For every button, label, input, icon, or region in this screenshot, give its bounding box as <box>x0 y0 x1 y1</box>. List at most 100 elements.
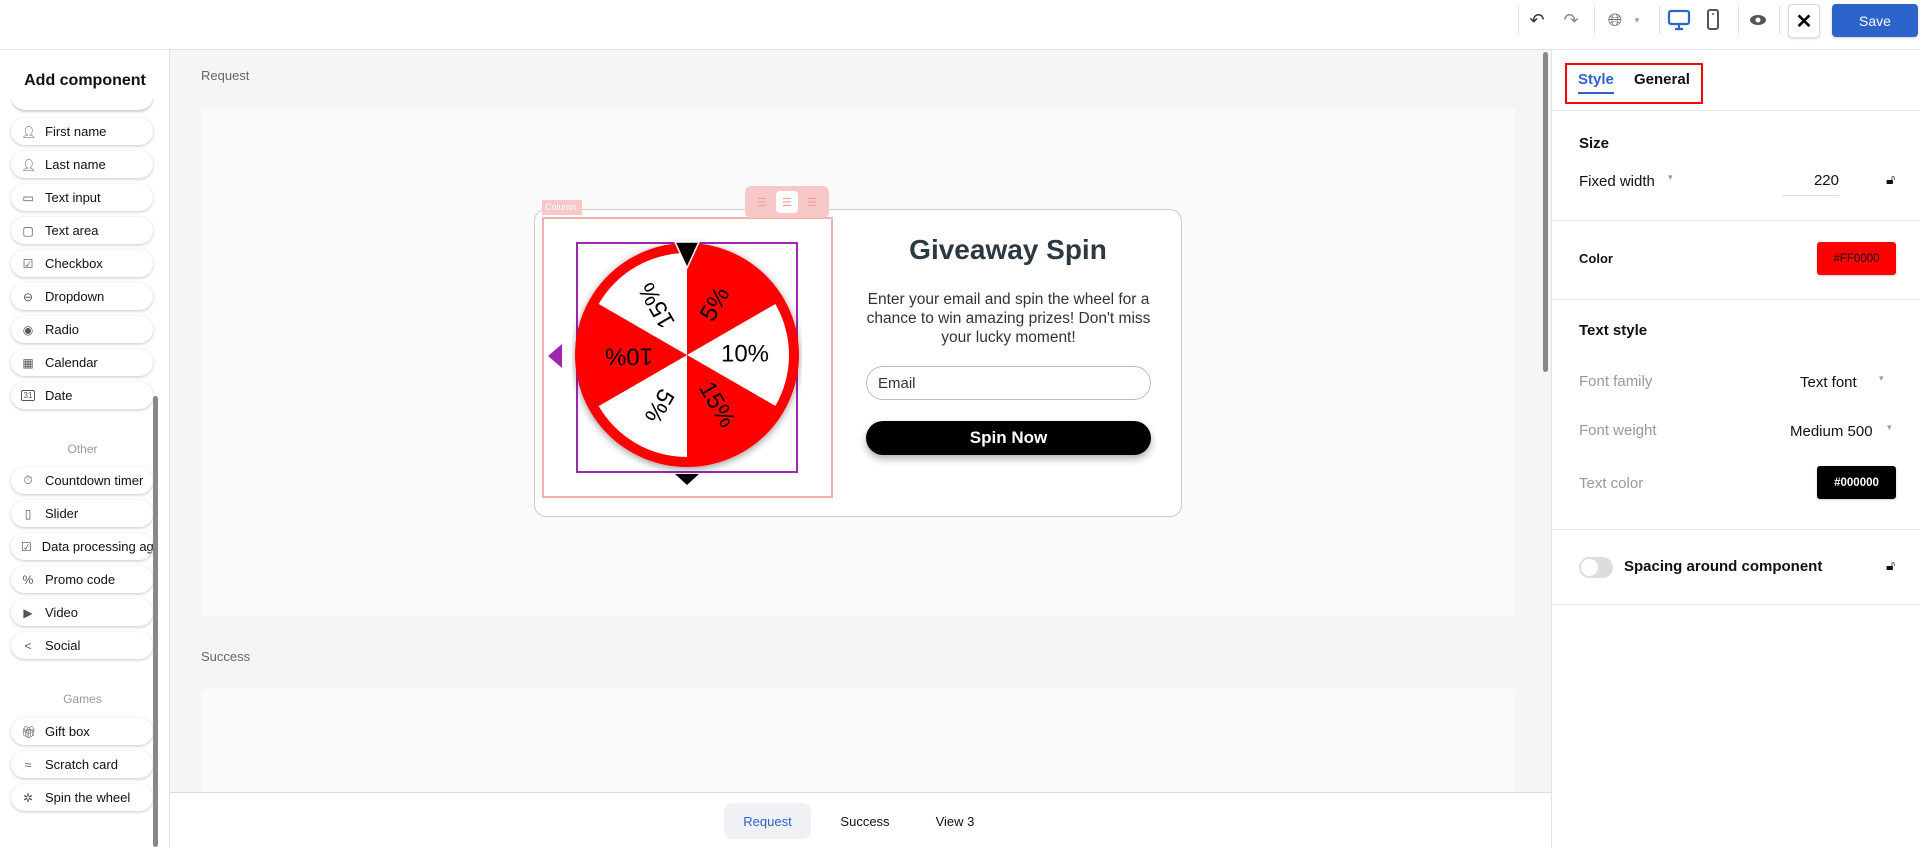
eye-icon[interactable] <box>1745 8 1771 32</box>
divider <box>1552 110 1920 111</box>
sidebar-item-label: Scratch card <box>45 757 118 772</box>
divider <box>1779 6 1780 34</box>
tab-general[interactable]: General <box>1634 71 1690 88</box>
lock-icon[interactable]: 🔓︎ <box>1886 557 1895 574</box>
success-view-label: Success <box>201 649 251 664</box>
divider <box>1738 6 1739 34</box>
sidebar-item[interactable]: ◉ Radio <box>11 316 153 343</box>
sidebar-item-label: Calendar <box>45 355 98 370</box>
sidebar-scrollbar[interactable] <box>153 396 158 847</box>
sidebar-item[interactable]: ▭ Text input <box>11 184 153 211</box>
text-input-icon: ▭ <box>22 190 34 205</box>
wheel-segment-label: 10% <box>605 343 653 370</box>
redo-icon[interactable]: ↷ <box>1558 8 1584 32</box>
sidebar-item-partial[interactable] <box>11 96 153 110</box>
radio-icon: ◉ <box>22 322 34 337</box>
tab-view-3[interactable]: View 3 <box>920 803 990 839</box>
text-color-label: Text color <box>1579 475 1644 492</box>
timer-icon: ⏱︎ <box>23 473 33 487</box>
spacing-toggle[interactable] <box>1579 557 1613 578</box>
sidebar-item[interactable]: 👤︎ Last name <box>11 151 153 178</box>
sidebar-title: Add component <box>24 72 146 89</box>
size-section-title: Size <box>1579 135 1610 152</box>
checkbox-icon: ☑ <box>21 539 32 554</box>
divider <box>1659 6 1660 34</box>
sidebar-item[interactable]: ☑ Data processing agreement <box>11 533 153 560</box>
slider-icon: ▯ <box>24 506 32 521</box>
divider <box>1552 220 1920 221</box>
spin-now-button[interactable]: Spin Now <box>866 421 1151 455</box>
sidebar-item-label: Data processing agreement <box>41 539 153 554</box>
sidebar-item[interactable]: ▯ Slider <box>11 500 153 527</box>
fixed-width-dropdown[interactable]: Fixed width <box>1579 173 1655 190</box>
sidebar-item[interactable]: < Social <box>11 632 153 659</box>
alignment-toolbar: ☰ ☰ ☰ <box>745 186 829 218</box>
properties-panel: Style General Size Fixed width ▾ 220 🔓︎ … <box>1551 50 1920 847</box>
percent-icon: % <box>22 572 34 587</box>
divider <box>1552 529 1920 530</box>
text-style-title: Text style <box>1579 322 1648 339</box>
checkbox-icon: ☑ <box>22 256 34 271</box>
font-weight-label: Font weight <box>1579 422 1657 439</box>
undo-icon[interactable]: ↶ <box>1524 8 1550 32</box>
sidebar-item[interactable]: 🎁︎ Gift box <box>11 718 153 745</box>
success-view-canvas <box>201 689 1515 792</box>
sidebar-item-label: Checkbox <box>45 256 103 271</box>
color-swatch[interactable]: #FF0000 <box>1817 242 1896 275</box>
fixed-width-input[interactable]: 220 <box>1782 172 1839 196</box>
tab-style[interactable]: Style <box>1578 71 1614 94</box>
canvas-scrollbar[interactable] <box>1543 52 1548 372</box>
align-center-icon[interactable]: ☰ <box>775 191 798 213</box>
spacing-label: Spacing around component <box>1624 558 1823 575</box>
group-label-other: Other <box>67 442 98 456</box>
email-input[interactable]: Email <box>866 366 1151 400</box>
wheel-segment-label: 10% <box>721 340 769 367</box>
gift-icon: 🎁︎ <box>21 724 37 739</box>
sidebar-item-label: Video <box>45 605 79 620</box>
font-family-dropdown[interactable]: Text font <box>1800 374 1857 391</box>
chevron-down-icon: ▾ <box>1668 172 1673 182</box>
sidebar-item[interactable]: ✲ Spin the wheel <box>11 784 153 811</box>
person-icon: 👤︎ <box>21 124 37 139</box>
sidebar-item[interactable]: 31 Date <box>11 382 153 409</box>
chevron-down-icon: ▾ <box>1887 422 1892 432</box>
divider <box>1594 6 1595 34</box>
resize-handle-left[interactable] <box>548 344 562 368</box>
sidebar-item[interactable]: ▦ Calendar <box>11 349 153 376</box>
align-left-icon[interactable]: ☰ <box>751 191 773 213</box>
align-right-icon[interactable]: ☰ <box>801 191 823 213</box>
sidebar-item-label: Last name <box>45 157 106 172</box>
sidebar-item[interactable]: 👤︎ First name <box>11 118 153 145</box>
sidebar-item[interactable]: ≈ Scratch card <box>11 751 153 778</box>
card-title: Giveaway Spin <box>909 234 1107 265</box>
request-view-label: Request <box>201 68 250 83</box>
spin-wheel[interactable]: 5%10%15%5%10%15% <box>572 238 802 488</box>
sidebar-item[interactable]: ▢ Text area <box>11 217 153 244</box>
text-area-icon: ▢ <box>22 223 34 238</box>
wheel-icon: ✲ <box>22 790 34 805</box>
sidebar-item[interactable]: ▶ Video <box>11 599 153 626</box>
play-icon: ▶ <box>23 605 33 620</box>
sidebar-item[interactable]: ☑ Checkbox <box>11 250 153 277</box>
sidebar-item-label: Slider <box>45 506 79 521</box>
chevron-down-icon[interactable]: ▾ <box>1624 8 1650 32</box>
sidebar-item[interactable]: ⏱︎ Countdown timer <box>11 467 153 494</box>
sidebar-item[interactable]: ⊖ Dropdown <box>11 283 153 310</box>
text-color-swatch[interactable]: #000000 <box>1817 466 1896 499</box>
sidebar-item-label: Promo code <box>45 572 116 587</box>
close-button[interactable]: ✕ <box>1788 4 1820 38</box>
sidebar-item[interactable]: % Promo code <box>11 566 153 593</box>
sidebar-item-label: Countdown timer <box>45 473 144 488</box>
tab-success[interactable]: Success <box>825 803 905 839</box>
divider <box>1552 604 1920 605</box>
font-weight-dropdown[interactable]: Medium 500 <box>1790 423 1873 440</box>
lock-icon[interactable]: 🔓︎ <box>1886 171 1895 188</box>
add-component-sidebar: Add component 👤︎ First name 👤︎ Last name ▭ Te… <box>0 50 170 847</box>
desktop-icon[interactable] <box>1666 8 1692 32</box>
top-toolbar: ↶ ↷ 🌐︎ ▾ ✕ Save <box>0 0 1920 50</box>
save-button[interactable]: Save <box>1832 4 1918 37</box>
mobile-icon[interactable] <box>1700 8 1726 32</box>
sidebar-item-label: First name <box>45 124 107 139</box>
tab-request[interactable]: Request <box>724 803 811 839</box>
date-icon: 31 <box>21 390 35 401</box>
